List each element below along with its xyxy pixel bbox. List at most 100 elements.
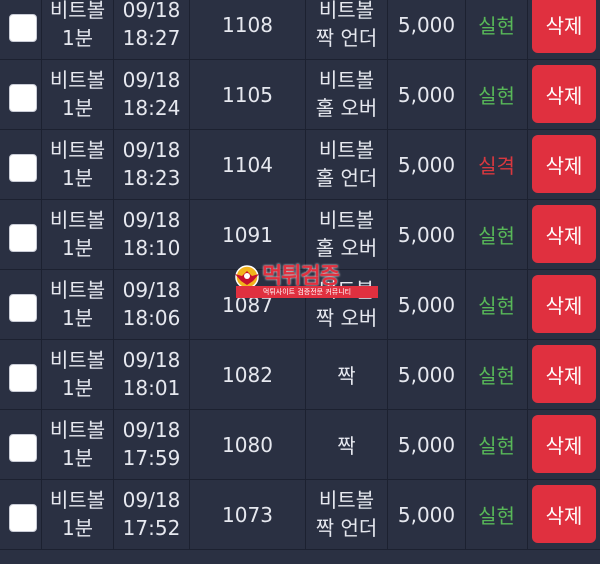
result-cell: 실현 [466, 0, 528, 59]
delete-cell: 삭제 [528, 60, 600, 129]
table-row: 비트볼 1분 09/18 17:59 1080 짝 5,000 실현 삭제 [0, 410, 600, 480]
checkbox-cell [0, 480, 42, 549]
checkbox-cell [0, 200, 42, 269]
pick-cell: 비트볼 짝 언더 [306, 480, 388, 549]
game-name: 비트볼 [49, 208, 106, 232]
amount-cell: 5,000 [388, 200, 466, 269]
round-cell: 1108 [190, 0, 306, 59]
result-badge: 실현 [478, 84, 515, 108]
game-cell: 비트볼 1분 [42, 200, 114, 269]
checkbox-unchecked-icon[interactable] [9, 364, 37, 392]
delete-button[interactable]: 삭제 [532, 345, 596, 403]
bet-time: 18:06 [122, 306, 181, 330]
pick-cell: 비트볼 홀 언더 [306, 130, 388, 199]
checkbox-unchecked-icon[interactable] [9, 294, 37, 322]
pick-cell: 비트볼 짝 언더 [306, 0, 388, 59]
amount-cell: 5,000 [388, 60, 466, 129]
result-cell: 실현 [466, 340, 528, 409]
pick-option: 짝 오버 [315, 306, 378, 330]
result-cell: 실현 [466, 200, 528, 269]
round-cell: 1080 [190, 410, 306, 479]
pick-option: 홀 언더 [315, 166, 378, 190]
pick-cell: 짝 [306, 410, 388, 479]
checkbox-unchecked-icon[interactable] [9, 154, 37, 182]
delete-cell: 삭제 [528, 270, 600, 339]
datetime-cell: 09/18 18:10 [114, 200, 190, 269]
delete-cell: 삭제 [528, 0, 600, 59]
bet-time: 18:27 [122, 26, 181, 50]
pick-game: 비트볼 [318, 68, 375, 92]
game-cell: 비트볼 1분 [42, 130, 114, 199]
datetime-cell: 09/18 18:01 [114, 340, 190, 409]
result-badge: 실현 [478, 504, 515, 528]
pick-game: 비트볼 [318, 138, 375, 162]
bet-amount: 5,000 [397, 152, 456, 177]
game-interval: 1분 [61, 96, 94, 120]
datetime-cell: 09/18 18:24 [114, 60, 190, 129]
delete-cell: 삭제 [528, 130, 600, 199]
delete-button[interactable]: 삭제 [532, 205, 596, 263]
result-badge: 실격 [478, 154, 515, 178]
table-row: 비트볼 1분 09/18 18:24 1105 비트볼 홀 오버 5,000 실… [0, 60, 600, 130]
checkbox-cell [0, 340, 42, 409]
round-cell: 1105 [190, 60, 306, 129]
pick-option: 짝 [337, 364, 356, 388]
game-interval: 1분 [61, 516, 94, 540]
bet-date: 09/18 [122, 488, 181, 512]
bet-amount: 5,000 [397, 12, 456, 37]
checkbox-cell [0, 60, 42, 129]
pick-cell: 비트볼 홀 오버 [306, 60, 388, 129]
delete-button[interactable]: 삭제 [532, 135, 596, 193]
checkbox-unchecked-icon[interactable] [9, 434, 37, 462]
checkbox-unchecked-icon[interactable] [9, 14, 37, 42]
checkbox-unchecked-icon[interactable] [9, 224, 37, 252]
amount-cell: 5,000 [388, 410, 466, 479]
delete-cell: 삭제 [528, 200, 600, 269]
bet-date: 09/18 [122, 0, 181, 22]
game-name: 비트볼 [49, 0, 106, 22]
game-cell: 비트볼 1분 [42, 340, 114, 409]
game-cell: 비트볼 1분 [42, 0, 114, 59]
table-row: 비트볼 1분 09/18 18:01 1082 짝 5,000 실현 삭제 [0, 340, 600, 410]
bet-amount: 5,000 [397, 362, 456, 387]
game-cell: 비트볼 1분 [42, 270, 114, 339]
bet-date: 09/18 [122, 348, 181, 372]
checkbox-unchecked-icon[interactable] [9, 504, 37, 532]
checkbox-cell [0, 270, 42, 339]
checkbox-cell [0, 130, 42, 199]
delete-button[interactable]: 삭제 [532, 275, 596, 333]
result-cell: 실격 [466, 130, 528, 199]
delete-button[interactable]: 삭제 [532, 0, 596, 53]
game-interval: 1분 [61, 446, 94, 470]
game-interval: 1분 [61, 166, 94, 190]
pick-game: 비트볼 [318, 0, 375, 22]
bet-time: 18:01 [122, 376, 181, 400]
delete-button[interactable]: 삭제 [532, 485, 596, 543]
amount-cell: 5,000 [388, 0, 466, 59]
result-badge: 실현 [478, 294, 515, 318]
game-name: 비트볼 [49, 418, 106, 442]
checkbox-unchecked-icon[interactable] [9, 84, 37, 112]
watermark-subtitle: 먹튀사이트 검증전문 커뮤니티 [236, 286, 378, 298]
game-interval: 1분 [61, 26, 94, 50]
checkbox-cell [0, 0, 42, 59]
delete-button[interactable]: 삭제 [532, 415, 596, 473]
datetime-cell: 09/18 18:23 [114, 130, 190, 199]
bet-time: 18:23 [122, 166, 181, 190]
round-cell: 1104 [190, 130, 306, 199]
bet-amount: 5,000 [397, 82, 456, 107]
delete-button[interactable]: 삭제 [532, 65, 596, 123]
result-cell: 실현 [466, 270, 528, 339]
pick-game: 비트볼 [318, 488, 375, 512]
bet-time: 18:10 [122, 236, 181, 260]
round-number: 1080 [222, 432, 273, 457]
round-number: 1073 [222, 502, 273, 527]
bet-time: 18:24 [122, 96, 181, 120]
datetime-cell: 09/18 18:06 [114, 270, 190, 339]
bet-amount: 5,000 [397, 502, 456, 527]
game-name: 비트볼 [49, 488, 106, 512]
checkbox-cell [0, 410, 42, 479]
amount-cell: 5,000 [388, 130, 466, 199]
watermark-logo: 먹튀검증 먹튀사이트 검증전문 커뮤니티 [232, 262, 382, 302]
round-cell: 1073 [190, 480, 306, 549]
